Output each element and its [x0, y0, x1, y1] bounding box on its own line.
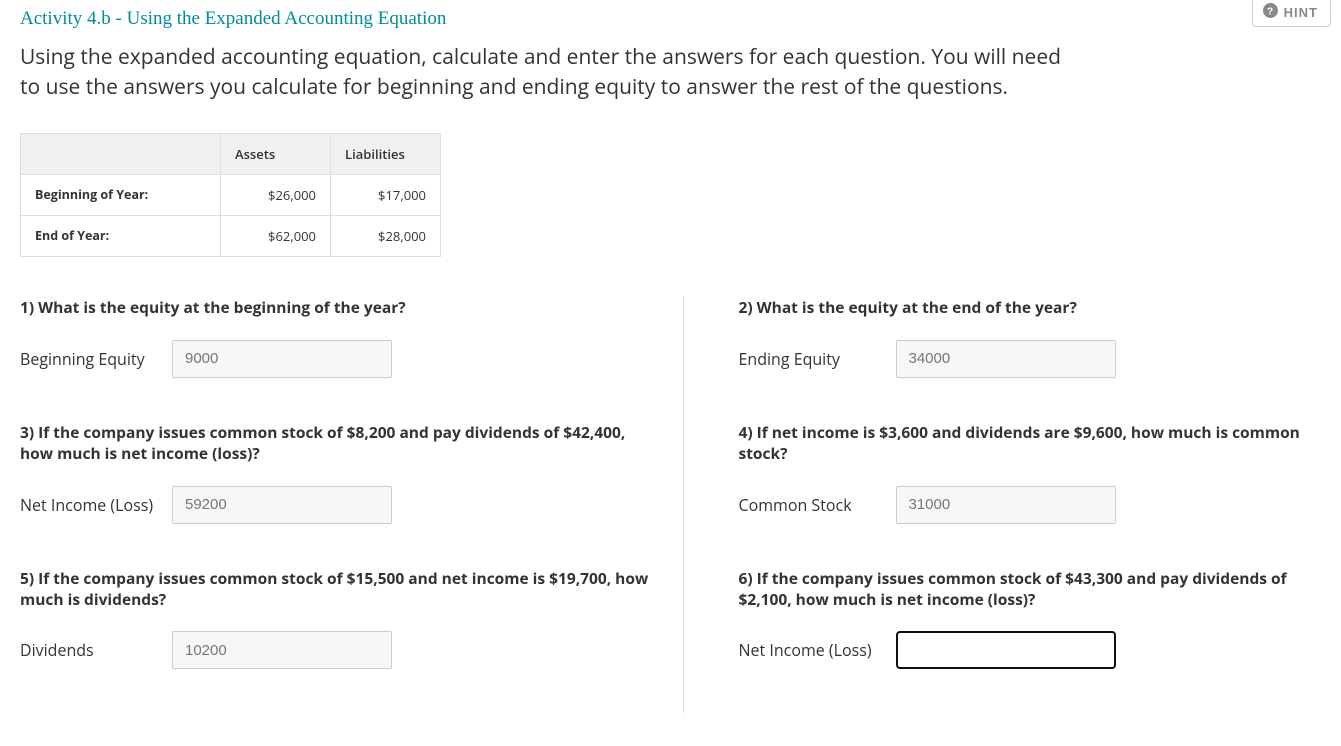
answer-label: Common Stock: [739, 494, 884, 516]
table-header-assets: Assets: [221, 133, 331, 174]
answer-label: Net Income (Loss): [20, 494, 160, 516]
question-4: 4) If net income is $3,600 and dividends…: [739, 422, 1335, 524]
right-column: 2) What is the equity at the end of the …: [684, 297, 1335, 714]
data-table: Assets Liabilities Beginning of Year: $2…: [20, 133, 441, 257]
cell-assets: $26,000: [221, 174, 331, 215]
answer-label: Net Income (Loss): [739, 639, 884, 661]
table-corner: [21, 133, 221, 174]
question-1: 1) What is the equity at the beginning o…: [20, 297, 653, 378]
questions-container: 1) What is the equity at the beginning o…: [20, 297, 1321, 714]
cell-liabilities: $17,000: [331, 174, 441, 215]
svg-text:?: ?: [1267, 6, 1274, 17]
answer-label: Ending Equity: [739, 348, 884, 370]
table-row: End of Year: $62,000 $28,000: [21, 215, 441, 256]
net-income-input-q6[interactable]: [896, 631, 1116, 669]
beginning-equity-input[interactable]: [172, 340, 392, 378]
question-circle-icon: ?: [1263, 3, 1278, 21]
left-column: 1) What is the equity at the beginning o…: [20, 297, 684, 714]
question-6: 6) If the company issues common stock of…: [739, 568, 1335, 670]
question-text: 6) If the company issues common stock of…: [739, 568, 1335, 610]
table-header-liabilities: Liabilities: [331, 133, 441, 174]
question-3: 3) If the company issues common stock of…: [20, 422, 653, 524]
row-label: Beginning of Year:: [21, 174, 221, 215]
activity-title: Activity 4.b - Using the Expanded Accoun…: [20, 8, 1321, 30]
cell-assets: $62,000: [221, 215, 331, 256]
hint-label: HINT: [1284, 5, 1318, 20]
answer-label: Dividends: [20, 639, 160, 661]
instructions-text: Using the expanded accounting equation, …: [20, 42, 1080, 103]
question-text: 5) If the company issues common stock of…: [20, 568, 653, 610]
question-2: 2) What is the equity at the end of the …: [739, 297, 1335, 378]
net-income-input-q3[interactable]: [172, 486, 392, 524]
question-text: 2) What is the equity at the end of the …: [739, 297, 1335, 318]
hint-button[interactable]: ? HINT: [1252, 0, 1331, 27]
ending-equity-input[interactable]: [896, 340, 1116, 378]
row-label: End of Year:: [21, 215, 221, 256]
question-5: 5) If the company issues common stock of…: [20, 568, 653, 670]
question-text: 4) If net income is $3,600 and dividends…: [739, 422, 1335, 464]
common-stock-input[interactable]: [896, 486, 1116, 524]
cell-liabilities: $28,000: [331, 215, 441, 256]
answer-label: Beginning Equity: [20, 348, 160, 370]
question-text: 1) What is the equity at the beginning o…: [20, 297, 653, 318]
question-text: 3) If the company issues common stock of…: [20, 422, 653, 464]
table-row: Beginning of Year: $26,000 $17,000: [21, 174, 441, 215]
dividends-input[interactable]: [172, 631, 392, 669]
